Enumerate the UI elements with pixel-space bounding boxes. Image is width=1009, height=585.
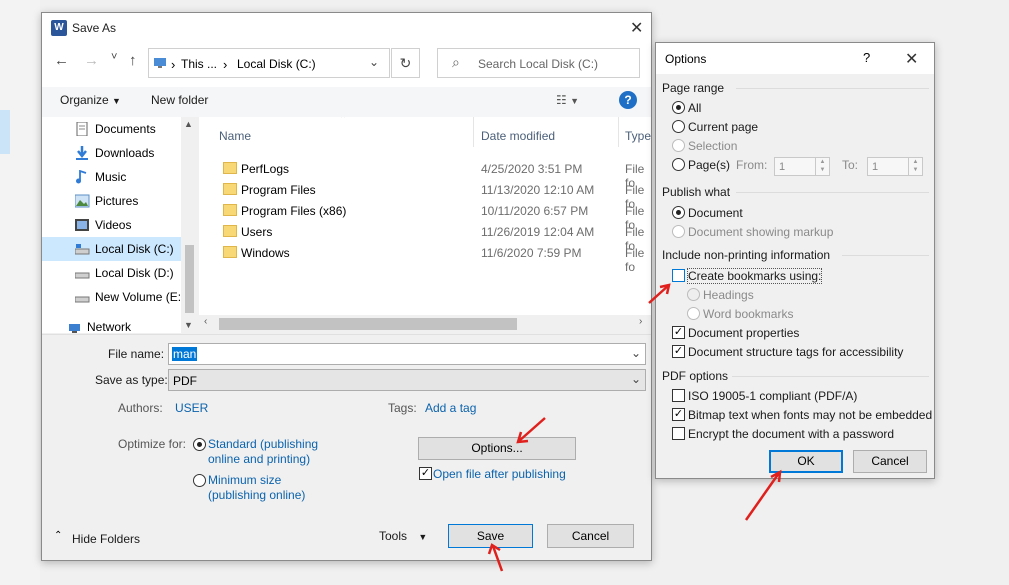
arrow-to-ok-button: [744, 469, 782, 521]
arrow-to-options-button: [516, 417, 546, 444]
arrow-to-save-button: [487, 543, 504, 572]
annotation-arrows: [487, 283, 782, 572]
arrow-to-create-bookmarks: [648, 283, 671, 304]
